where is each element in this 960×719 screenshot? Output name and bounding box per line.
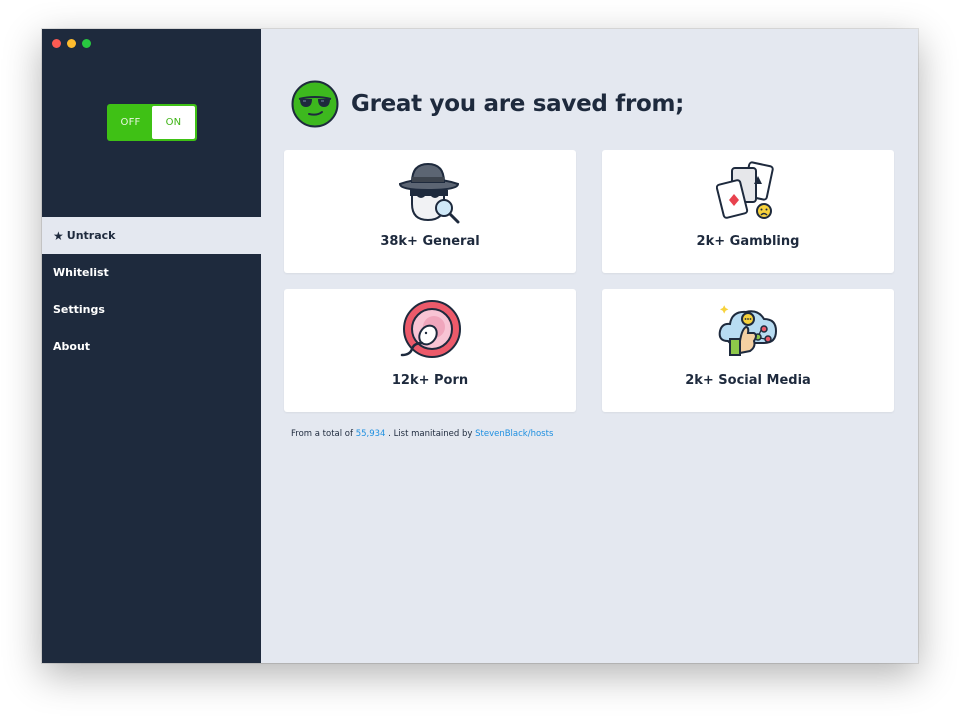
sidebar-item-label: Untrack xyxy=(66,229,116,242)
close-window-button[interactable] xyxy=(52,39,61,48)
social-cloud-thumbs-up-icon xyxy=(718,305,778,356)
category-card-porn[interactable]: 12k+ Porn xyxy=(284,289,576,412)
footer-prefix: From a total of xyxy=(291,429,356,439)
playing-cards-icon xyxy=(716,161,774,219)
protection-toggle[interactable]: OFF ON xyxy=(107,104,197,141)
toggle-on-option[interactable]: ON xyxy=(152,106,195,139)
toggle-off-option[interactable]: OFF xyxy=(109,106,152,139)
sidebar-item-untrack[interactable]: ★ Untrack xyxy=(42,217,261,254)
minimize-window-button[interactable] xyxy=(67,39,76,48)
sidebar-item-label: About xyxy=(53,340,91,353)
sunglasses-face-icon xyxy=(291,80,339,128)
source-link[interactable]: StevenBlack/hosts xyxy=(475,429,553,439)
sidebar-item-label: Settings xyxy=(53,303,105,316)
star-icon: ★ xyxy=(53,228,64,243)
sidebar-item-settings[interactable]: Settings xyxy=(42,291,261,328)
spy-hat-magnifier-icon xyxy=(398,162,460,224)
category-card-social-media[interactable]: 2k+ Social Media xyxy=(602,289,894,412)
sidebar-item-whitelist[interactable]: Whitelist xyxy=(42,254,261,291)
card-label: 2k+ Social Media xyxy=(685,373,811,388)
sidebar: OFF ON ★ Untrack Whitelist Settings Abou… xyxy=(42,29,261,663)
sperm-egg-icon xyxy=(400,300,461,358)
app-window: OFF ON ★ Untrack Whitelist Settings Abou… xyxy=(42,29,918,663)
main-content: Great you are saved from; 38k+ General 2… xyxy=(261,29,918,663)
category-card-gambling[interactable]: 2k+ Gambling xyxy=(602,150,894,273)
page-header: Great you are saved from; xyxy=(291,80,684,128)
page-title: Great you are saved from; xyxy=(351,91,685,117)
window-controls xyxy=(52,39,91,48)
card-label: 38k+ General xyxy=(380,234,480,249)
footer-middle: . List manitained by xyxy=(385,429,476,439)
sidebar-nav: ★ Untrack Whitelist Settings About xyxy=(42,217,261,365)
maximize-window-button[interactable] xyxy=(82,39,91,48)
category-card-general[interactable]: 38k+ General xyxy=(284,150,576,273)
card-label: 2k+ Gambling xyxy=(696,234,800,249)
card-label: 12k+ Porn xyxy=(391,373,469,388)
sidebar-item-about[interactable]: About xyxy=(42,328,261,365)
sidebar-item-label: Whitelist xyxy=(53,266,109,279)
total-count-footer: From a total of 55,934 . List manitained… xyxy=(291,429,553,439)
total-count-link[interactable]: 55,934 xyxy=(356,429,386,439)
